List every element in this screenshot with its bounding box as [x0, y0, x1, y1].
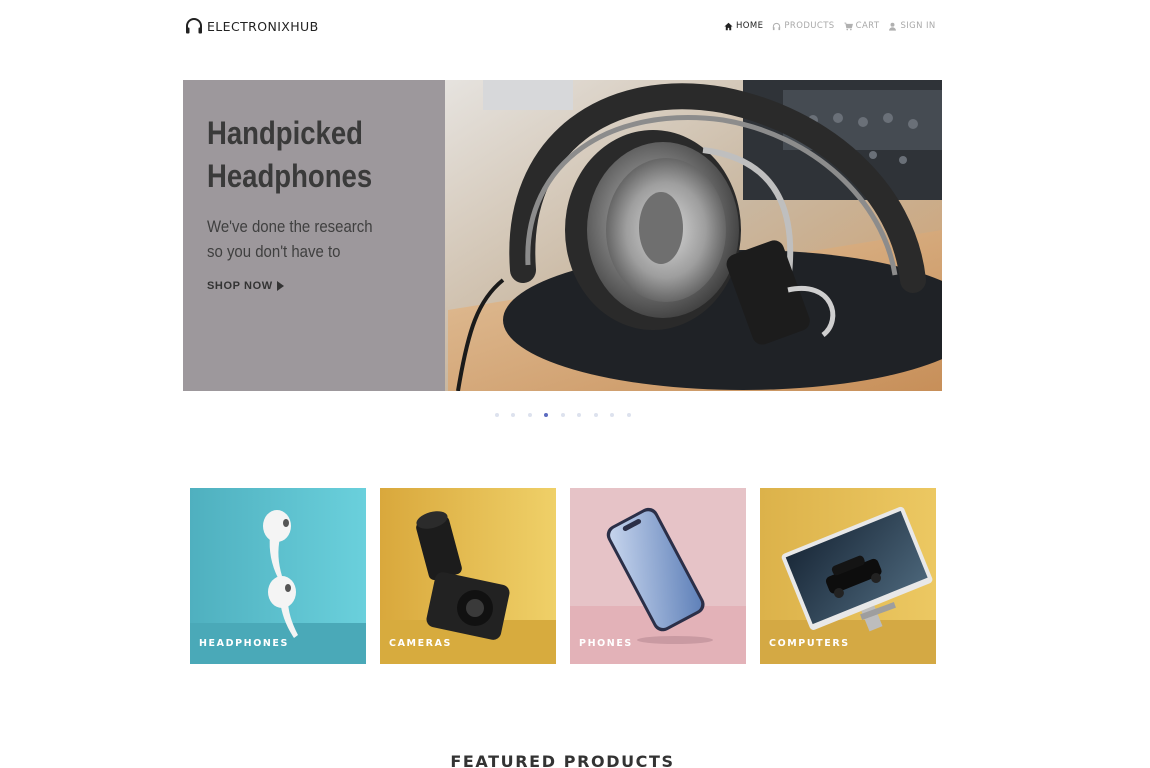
category-label: CAMERAS [389, 638, 452, 649]
hero-subtitle: We've done the research so you don't hav… [207, 217, 373, 261]
main-nav: HOME PRODUCTS CART SIGN IN [724, 21, 936, 31]
shop-now-label: SHOP NOW [207, 280, 273, 292]
headphones-icon [186, 18, 202, 34]
carousel-dot[interactable] [610, 413, 614, 417]
headphones-icon [773, 22, 781, 30]
home-icon [724, 22, 733, 30]
hero-banner[interactable]: Handpicked Headphones We've done the res… [183, 80, 942, 391]
carousel-dot[interactable] [577, 413, 581, 417]
nav-cart-label: CART [855, 21, 880, 31]
featured-products-heading: FEATURED PRODUCTS [450, 752, 675, 768]
shop-now-button[interactable]: SHOP NOW [207, 280, 397, 292]
carousel-dot-active[interactable] [544, 413, 548, 417]
nav-home[interactable]: HOME [724, 21, 763, 31]
category-phones[interactable]: PHONES [570, 488, 746, 664]
nav-cart[interactable]: CART [844, 21, 880, 31]
category-label: COMPUTERS [769, 638, 850, 649]
brand-logo[interactable]: ELECTRONIXHUB [184, 16, 319, 36]
carousel-dot[interactable] [527, 413, 532, 417]
hero-copy: Handpicked Headphones We've done the res… [207, 112, 397, 292]
brand-name: ELECTRONIXHUB [207, 18, 319, 34]
hero-title: Handpicked Headphones [207, 115, 373, 194]
category-cameras[interactable]: CAMERAS [380, 488, 556, 664]
cart-icon [844, 22, 853, 30]
nav-sign-in-label: SIGN IN [900, 21, 936, 31]
user-icon [889, 22, 897, 31]
category-grid: HEADPHONES CAMERAS PHONES COMPUTERS [190, 488, 936, 664]
category-label: HEADPHONES [199, 638, 289, 649]
category-computers[interactable]: COMPUTERS [760, 488, 936, 664]
carousel-indicators [0, 413, 1125, 417]
carousel-dot[interactable] [511, 413, 515, 417]
carousel-dot[interactable] [560, 413, 565, 417]
category-label: PHONES [579, 638, 633, 649]
nav-products-label: PRODUCTS [784, 21, 835, 31]
nav-sign-in[interactable]: SIGN IN [888, 21, 935, 31]
nav-home-label: HOME [736, 21, 764, 31]
play-arrow-icon [276, 281, 284, 291]
carousel-dot[interactable] [494, 413, 499, 417]
carousel-dot[interactable] [593, 413, 598, 417]
carousel-dot[interactable] [626, 413, 631, 417]
nav-products[interactable]: PRODUCTS [772, 21, 834, 31]
category-headphones[interactable]: HEADPHONES [190, 488, 366, 664]
